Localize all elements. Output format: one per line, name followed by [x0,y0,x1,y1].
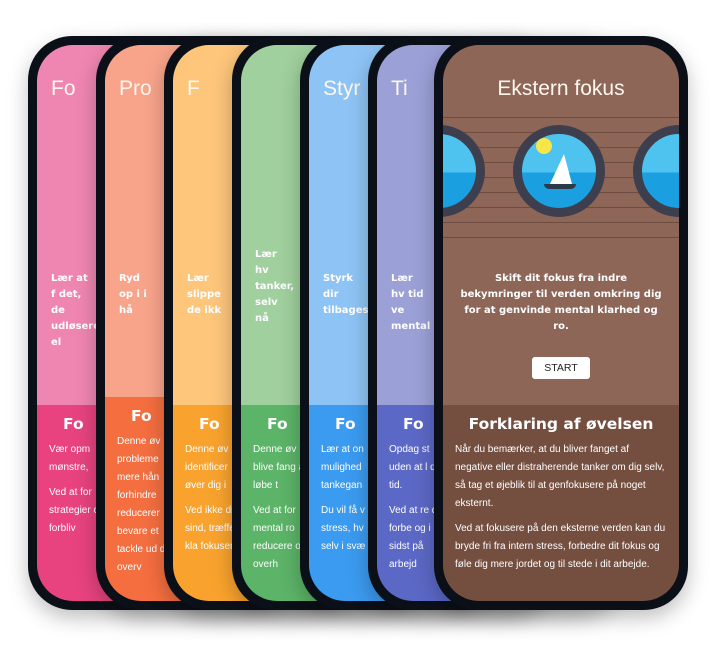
porthole-icon [633,125,679,217]
explanation-paragraph: Når du bemærker, at du bliver fanget af … [455,444,665,509]
card-title [241,45,309,77]
porthole-sailboat-icon [513,125,605,217]
card-title: Pro [119,77,152,100]
card-intro: Styrk dir tilbages [323,273,369,316]
explanation-paragraph: Ved at fokusere på den eksterne verden k… [455,523,666,570]
card-intro: Skift dit fokus fra indre bekymringer ti… [460,273,662,332]
illustration [443,117,679,257]
porthole-icon [443,125,485,217]
card-intro: Lær hv tanker, selv nå [255,249,295,324]
card-screen: Ekstern fokus Skift dit fokus fra indre … [443,45,679,601]
card-intro: Lær slippe de ikk [187,273,222,316]
card-title: Styr [323,77,361,100]
card-intro: Lær at f det, de udløsere el [51,273,101,348]
card-title: F [187,77,200,100]
explanation-section: Forklaring af øvelsen Når du bemærker, a… [443,405,679,601]
card-title: Ekstern fokus [497,77,625,100]
card-header: Ekstern fokus Skift dit fokus fra indre … [443,45,679,405]
card-title: Fo [51,77,76,100]
start-button[interactable]: START [532,357,590,379]
card-intro: Ryd op i i hå [119,273,147,316]
explanation-heading: Forklaring af øvelsen [468,415,654,433]
exercise-card[interactable]: Ekstern fokus Skift dit fokus fra indre … [434,36,688,610]
